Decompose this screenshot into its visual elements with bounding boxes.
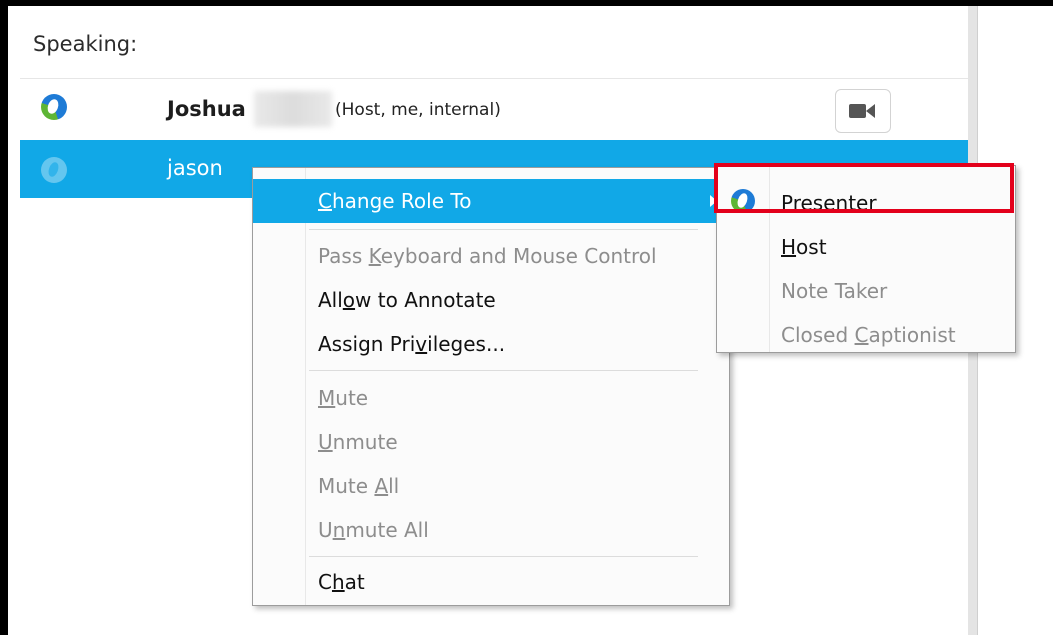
submenu-item-label: Host [781,235,827,259]
menu-item-assign-privileges[interactable]: Assign Privileges... [253,322,729,366]
menu-separator [309,370,698,371]
webex-presenter-icon [41,94,67,120]
menu-item-unmute-all[interactable]: Unmute All [253,508,729,552]
menu-item-label: Assign Privileges... [318,332,506,356]
menu-item-unmute[interactable]: Unmute [253,420,729,464]
participant-role-tag: (Host, me, internal) [335,100,501,120]
menu-item-mute[interactable]: Mute [253,376,729,420]
menu-item-mute-all[interactable]: Mute All [253,464,729,508]
menu-item-label: Pass Keyboard and Mouse Control [318,244,657,268]
menu-item-label: Unmute All [318,518,429,542]
submenu-item-label: Note Taker [781,279,888,303]
menu-item-label: Mute [318,386,369,410]
menu-item-label: Change Role To [318,189,472,213]
menu-item-chat[interactable]: Chat [253,560,729,604]
menu-item-change-role[interactable]: Change Role To [253,179,729,223]
menu-item-allow-annotate[interactable]: Allow to Annotate [253,278,729,322]
video-camera-button[interactable] [835,89,891,133]
participant-row-joshua[interactable]: Joshua (Host, me, internal) [20,79,968,137]
video-camera-lens [866,104,875,118]
menu-item-label: Unmute [318,430,398,454]
menu-separator [309,556,698,557]
participant-name: Joshua [167,97,246,121]
menu-item-pass-control[interactable]: Pass Keyboard and Mouse Control [253,234,729,278]
menu-item-label: Allow to Annotate [318,288,496,312]
submenu-item-label: Closed Captionist [781,323,956,347]
submenu-item-closed-captionist[interactable]: Closed Captionist [717,312,1015,356]
menu-separator [309,229,698,230]
redacted-surname [254,91,332,127]
submenu-item-note-taker[interactable]: Note Taker [717,268,1015,312]
presenter-callout-highlight [714,163,1014,213]
participant-name: jason [167,156,223,180]
menu-item-label: Mute All [318,474,400,498]
speaking-heading: Speaking: [33,32,138,56]
video-camera-icon [849,104,866,118]
submenu-item-host[interactable]: Host [717,224,1015,268]
menu-item-label: Chat [318,570,365,594]
webex-attendee-icon [41,157,67,183]
participant-context-menu: Change Role To Pass Keyboard and Mouse C… [252,167,730,606]
